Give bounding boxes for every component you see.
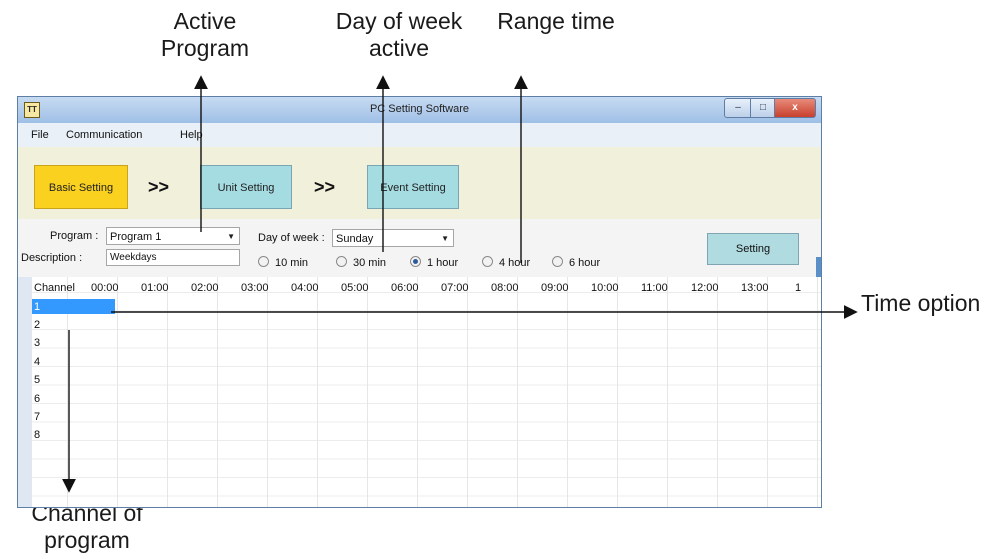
annotation-arrows xyxy=(62,75,858,493)
